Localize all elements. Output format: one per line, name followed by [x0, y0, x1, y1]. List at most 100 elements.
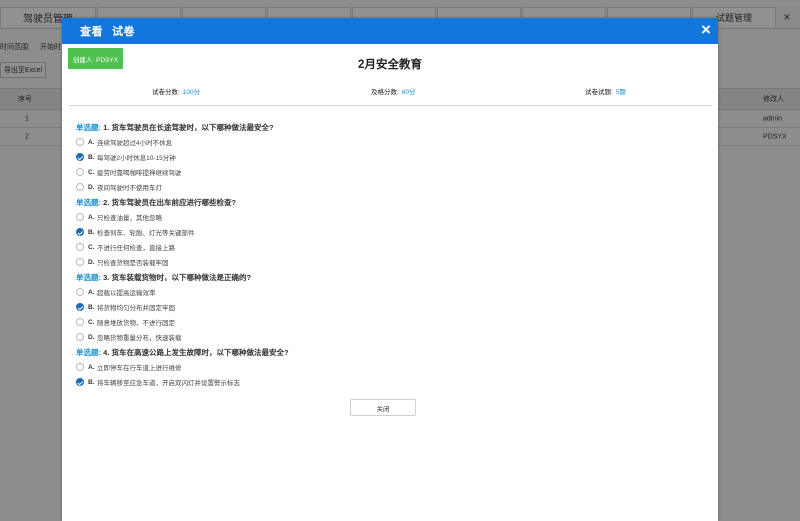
- option-text: 疲劳时靠喝咖啡提神继续驾驶: [97, 170, 182, 177]
- option-text: 随意堆放货物，不进行固定: [97, 320, 175, 327]
- question-title: 单选题: 4. 货车在高速公路上发生故障时，以下哪种做法最安全?: [76, 347, 289, 358]
- question-title: 单选题: 2. 货车驾驶员在出车前应进行哪些检查?: [76, 197, 236, 208]
- radio-button[interactable]: [76, 243, 84, 251]
- option-letter: C.: [88, 168, 95, 176]
- option-text: 夜间驾驶时不使用车灯: [97, 185, 162, 192]
- option-text: 将货物均匀分布并固定牢固: [97, 305, 175, 312]
- option-letter: D.: [88, 333, 95, 341]
- question-text: 货车在高速公路上发生故障时，以下哪种做法最安全?: [111, 348, 289, 357]
- radio-button[interactable]: [76, 333, 84, 341]
- option-text: 立即停车在行车道上进行维修: [97, 365, 182, 372]
- filter-start-input[interactable]: 开始时: [40, 42, 61, 52]
- dialog-title: 查看 试卷: [80, 23, 135, 39]
- option-item[interactable]: B. 将车辆移至应急车道，开启双闪灯并设置警示标志: [76, 377, 240, 387]
- option-item[interactable]: A. 只检查油量，其他忽略: [76, 212, 162, 222]
- question-number: 1.: [103, 123, 110, 132]
- checked-radio-icon[interactable]: [76, 303, 84, 311]
- question-type: 单选题:: [76, 123, 101, 132]
- option-letter: A.: [88, 213, 95, 221]
- option-text: 超载以提高运输效率: [97, 290, 156, 297]
- question-number: 4.: [103, 348, 110, 357]
- option-letter: D.: [88, 183, 95, 191]
- radio-button[interactable]: [76, 138, 84, 146]
- question-title: 单选题: 1. 货车驾驶员在长途驾驶时，以下哪种做法最安全?: [76, 122, 274, 133]
- question-number: 3.: [103, 273, 110, 282]
- option-letter: B.: [88, 228, 95, 236]
- option-letter: A.: [88, 138, 95, 146]
- pass-score: 及格分数: 60分: [371, 86, 416, 96]
- radio-button[interactable]: [76, 288, 84, 296]
- radio-button[interactable]: [76, 258, 84, 266]
- radio-button[interactable]: [76, 168, 84, 176]
- row-modifier: PDSYX: [763, 133, 787, 140]
- question-text: 货车装载货物时，以下哪种做法是正确的?: [111, 273, 252, 282]
- question-type: 单选题:: [76, 348, 101, 357]
- close-icon[interactable]: ×: [698, 21, 714, 38]
- option-letter: B.: [88, 153, 95, 161]
- option-text: 检查刹车、轮胎、灯光等关键部件: [97, 230, 195, 237]
- option-text: 只检查货物是否装载牢固: [97, 260, 169, 267]
- radio-button[interactable]: [76, 363, 84, 371]
- filter-label: 时间范围:: [0, 44, 30, 51]
- option-letter: A.: [88, 363, 95, 371]
- option-text: 只检查油量，其他忽略: [97, 215, 162, 222]
- row-index: 2: [25, 133, 29, 140]
- option-item[interactable]: A. 超载以提高运输效率: [76, 287, 156, 297]
- option-text: 每驾驶2小时休息10-15分钟: [97, 155, 176, 162]
- header-index: 序号: [18, 96, 32, 103]
- option-item[interactable]: B. 将货物均匀分布并固定牢固: [76, 302, 175, 312]
- question-count-value: 5题: [615, 89, 626, 96]
- question-count-label: 试卷试题:: [585, 89, 613, 96]
- question-type: 单选题:: [76, 198, 101, 207]
- question-title: 单选题: 3. 货车装载货物时，以下哪种做法是正确的?: [76, 272, 251, 283]
- row-modifier: admin: [763, 115, 783, 122]
- question-type: 单选题:: [76, 273, 101, 282]
- option-text: 连续驾驶超过4小时不休息: [97, 140, 173, 147]
- divider: [69, 105, 712, 106]
- close-button[interactable]: 关闭: [350, 399, 416, 416]
- option-letter: A.: [88, 288, 95, 296]
- option-item[interactable]: A. 连续驾驶超过4小时不休息: [76, 137, 172, 147]
- export-excel-button[interactable]: 导出至Excel: [0, 62, 46, 78]
- paper-score: 试卷分数: 100分: [152, 86, 200, 96]
- checked-radio-icon[interactable]: [76, 378, 84, 386]
- paper-title: 2月安全教育: [358, 59, 422, 71]
- paper-score-value: 100分: [182, 89, 201, 96]
- option-item[interactable]: C. 不进行任何检查，直接上路: [76, 242, 175, 252]
- option-item[interactable]: D. 夜间驾驶时不使用车灯: [76, 182, 162, 192]
- option-item[interactable]: D. 忽略货物重量分布，快速装载: [76, 332, 182, 342]
- option-letter: B.: [88, 378, 95, 386]
- option-letter: D.: [88, 258, 95, 266]
- checked-radio-icon[interactable]: [76, 228, 84, 236]
- option-text: 忽略货物重量分布，快速装载: [97, 335, 182, 342]
- question-text: 货车驾驶员在出车前应进行哪些检查?: [111, 198, 237, 207]
- question-number: 2.: [103, 198, 110, 207]
- option-item[interactable]: B. 每驾驶2小时休息10-15分钟: [76, 152, 176, 162]
- dialog-title-paper: 试卷: [112, 26, 135, 38]
- dialog-title-view: 查看: [80, 26, 103, 38]
- radio-button[interactable]: [76, 213, 84, 221]
- option-item[interactable]: C. 随意堆放货物，不进行固定: [76, 317, 175, 327]
- paper-score-label: 试卷分数:: [152, 89, 180, 96]
- view-paper-dialog: 查看 试卷 × 创建人: PDSYX 2月安全教育 试卷分数: 100分 及格分数:…: [62, 18, 718, 521]
- radio-button[interactable]: [76, 318, 84, 326]
- radio-button[interactable]: [76, 183, 84, 191]
- pass-score-value: 60分: [401, 89, 416, 96]
- dialog-header: 查看 试卷 ×: [62, 18, 718, 44]
- tab-close-icon[interactable]: ×: [777, 7, 797, 27]
- option-item[interactable]: C. 疲劳时靠喝咖啡提神继续驾驶: [76, 167, 182, 177]
- option-text: 将车辆移至应急车道，开启双闪灯并设置警示标志: [97, 380, 240, 387]
- header-modifier: 修改人: [763, 96, 784, 103]
- option-letter: C.: [88, 243, 95, 251]
- option-text: 不进行任何检查，直接上路: [97, 245, 175, 252]
- option-letter: B.: [88, 303, 95, 311]
- pass-score-label: 及格分数:: [371, 89, 399, 96]
- option-item[interactable]: A. 立即停车在行车道上进行维修: [76, 362, 182, 372]
- option-letter: C.: [88, 318, 95, 326]
- option-item[interactable]: B. 检查刹车、轮胎、灯光等关键部件: [76, 227, 195, 237]
- checked-radio-icon[interactable]: [76, 153, 84, 161]
- row-index: 1: [25, 115, 29, 122]
- option-item[interactable]: D. 只检查货物是否装载牢固: [76, 257, 169, 267]
- question-text: 货车驾驶员在长途驾驶时，以下哪种做法最安全?: [111, 123, 274, 132]
- question-count: 试卷试题: 5题: [585, 86, 626, 96]
